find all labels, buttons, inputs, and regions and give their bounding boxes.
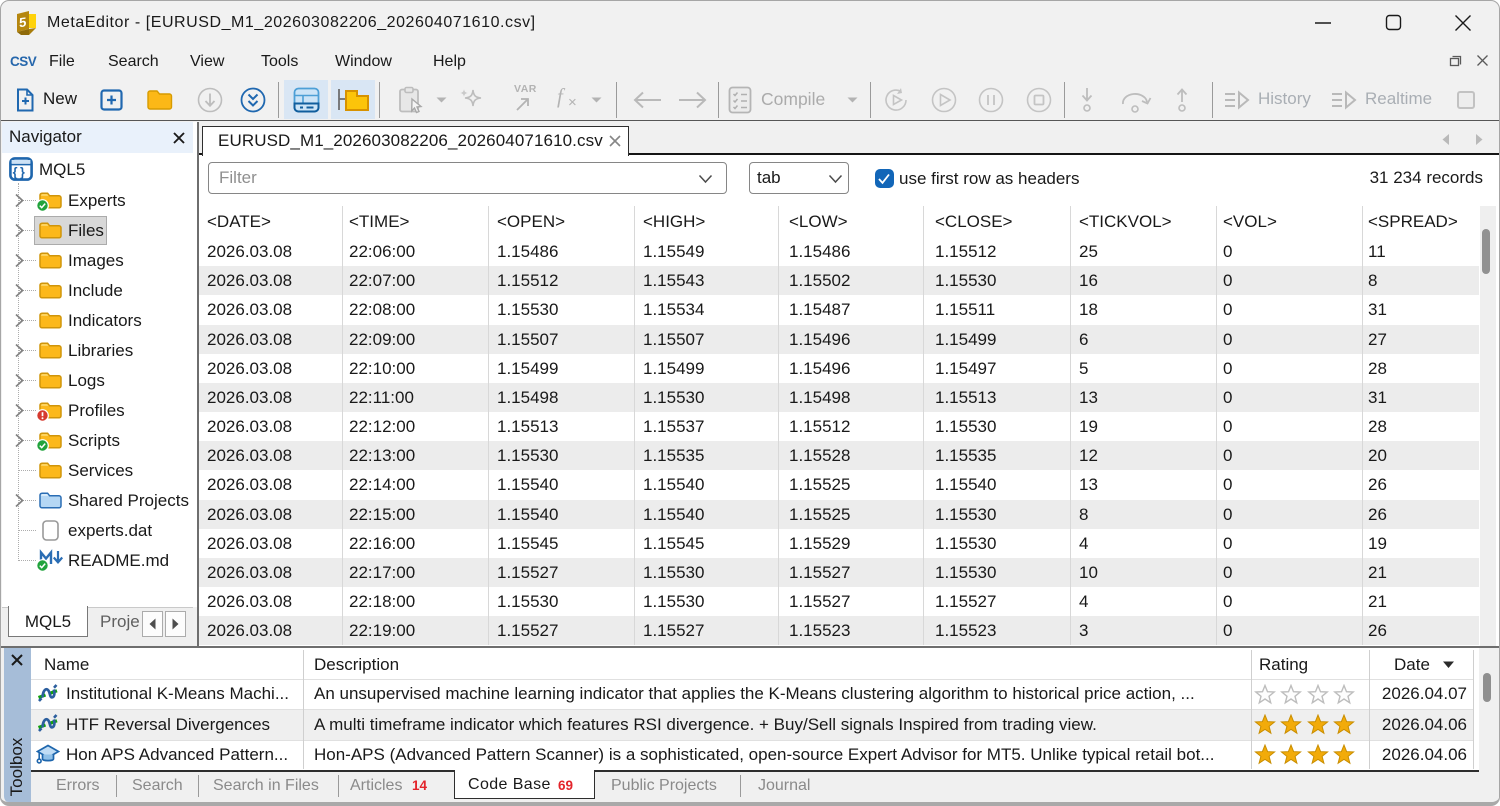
svg-text:{ }: { } — [13, 165, 25, 179]
svg-text:5: 5 — [19, 14, 26, 30]
